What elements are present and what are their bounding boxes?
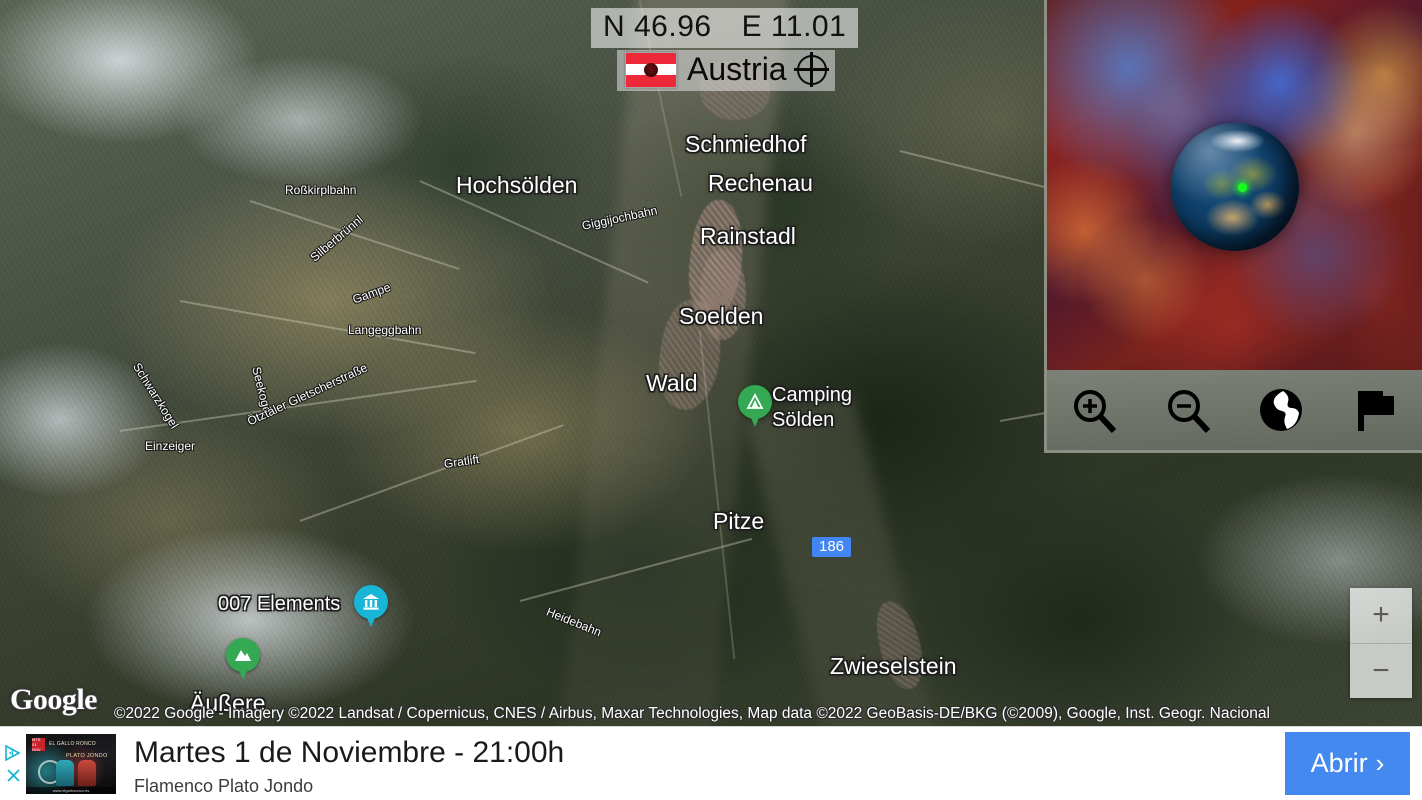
campground-icon (746, 393, 764, 409)
map-feature-label: Heidebahn (544, 604, 604, 640)
ad-thumb-figure (78, 759, 96, 786)
zoom-out-button[interactable]: − (1350, 644, 1412, 699)
nebula-background (1047, 0, 1422, 373)
map-feature-label: Langeggbahn (348, 323, 422, 337)
ad-thumb-brand: EL GALLO RONCO (49, 741, 96, 747)
latitude-value: N 46.96 (603, 10, 712, 43)
map-feature-label: Schwarzkogel (130, 360, 182, 432)
chevron-right-icon: › (1375, 748, 1385, 778)
ad-thumb-header: MTS 01 NOV EL GALLO RONCO (32, 737, 110, 752)
ad-banner[interactable]: MTS 01 NOV EL GALLO RONCO PLATO JONDO ww… (0, 726, 1422, 800)
earth-globe[interactable] (1170, 122, 1299, 251)
map-poi-label[interactable]: 007 Elements (218, 592, 340, 617)
map-place-label[interactable]: Wald (646, 370, 698, 397)
map-place-label[interactable]: Rechenau (708, 170, 813, 197)
ad-choices-controls[interactable] (0, 727, 26, 800)
close-icon[interactable] (6, 768, 21, 783)
zoom-in-icon[interactable] (1063, 379, 1125, 441)
app-root: Schmiedhof Rechenau Rainstadl Soelden Wald Pi… (0, 0, 1422, 800)
country-readout: Austria (617, 50, 835, 91)
map-place-label[interactable]: Soelden (679, 303, 763, 330)
ad-thumb-show: PLATO JONDO (66, 752, 108, 759)
map-place-label[interactable]: Rainstadl (700, 223, 796, 250)
ad-subtitle: Flamenco Plato Jondo (134, 775, 314, 796)
map-poi-pin[interactable] (226, 638, 260, 682)
ad-thumbnail[interactable]: MTS 01 NOV EL GALLO RONCO PLATO JONDO ww… (26, 733, 116, 794)
zoom-in-button[interactable]: + (1350, 588, 1412, 644)
plus-circle-icon[interactable] (793, 51, 829, 87)
museum-icon (363, 594, 379, 610)
map-zoom-control[interactable]: + − (1350, 588, 1412, 698)
flag-crest (644, 62, 658, 77)
globe-panel (1044, 0, 1422, 453)
mountain-icon (235, 650, 251, 661)
ad-open-label: Abrir (1310, 748, 1368, 778)
map-place-label[interactable]: Hochsölden (456, 172, 577, 199)
austria-flag (625, 51, 677, 88)
flag-icon[interactable] (1344, 379, 1406, 441)
map-poi-label[interactable]: Camping Sölden (772, 383, 852, 433)
map-attribution: ©2022 Google - Imagery ©2022 Landsat / C… (114, 705, 1270, 722)
valley-corridor (559, 0, 791, 726)
map-feature-label: Silberbrünnl (307, 212, 366, 265)
ad-thumb-figure (56, 759, 74, 786)
map-place-label[interactable]: Schmiedhof (685, 131, 806, 158)
map-place-label[interactable]: Pitze (713, 508, 764, 535)
globe-icon[interactable] (1250, 379, 1312, 441)
google-logo: Google (10, 683, 98, 716)
map-poi-pin[interactable] (354, 585, 388, 629)
map-place-label[interactable]: Zwieselstein (830, 653, 957, 680)
map-feature-label: Giggijochbahn (580, 203, 659, 233)
map-feature-label: Gratlift (443, 452, 480, 471)
ad-open-button[interactable]: Abrir › (1285, 732, 1410, 795)
map-feature-label: Einzeiger (145, 439, 196, 453)
ad-title: Martes 1 de Noviembre - 21:00h (134, 735, 565, 769)
trail-line (299, 424, 564, 522)
country-name: Austria (687, 51, 787, 87)
location-marker (1238, 182, 1248, 192)
ad-thumb-badge: MTS 01 NOV (32, 737, 45, 752)
adchoices-icon[interactable] (5, 744, 21, 761)
road-shield: 186 (812, 537, 852, 557)
map-feature-label: Gampe (350, 279, 393, 307)
trail-line (519, 537, 753, 602)
trail-line (699, 330, 736, 660)
longitude-value: E 11.01 (741, 10, 847, 43)
trail-line (249, 200, 460, 270)
map-feature-label: Roßkirplbahn (285, 183, 357, 197)
flag-stripe-bottom (626, 75, 676, 87)
coordinate-readout: N 46.96 E 11.01 (591, 8, 859, 48)
trail-line (179, 300, 476, 354)
ad-thumb-footer: www.elgalloronco.es (26, 786, 116, 794)
zoom-out-icon[interactable] (1157, 379, 1219, 441)
globe-toolbar[interactable] (1047, 370, 1422, 450)
map-poi-pin[interactable] (738, 385, 772, 429)
ad-text-block[interactable]: Martes 1 de Noviembre - 21:00h Flamenco … (116, 727, 1285, 800)
